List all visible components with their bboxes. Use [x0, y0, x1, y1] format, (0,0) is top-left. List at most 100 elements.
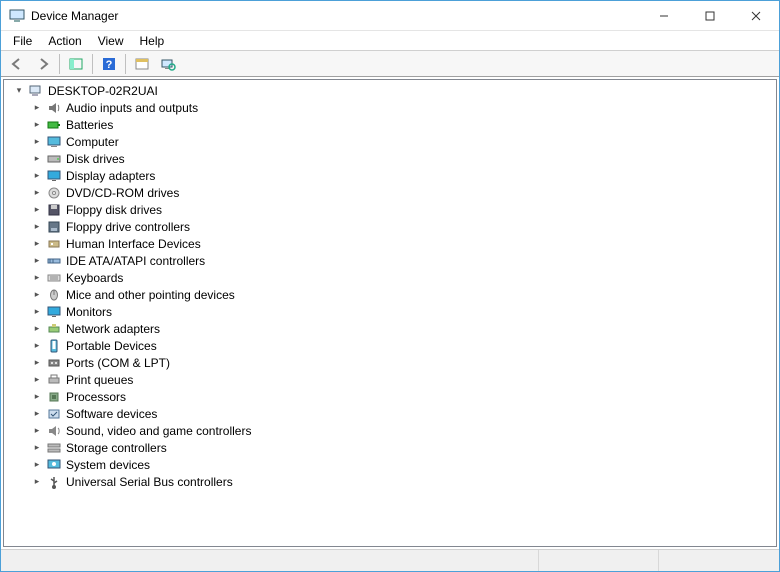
tree-node-label: Human Interface Devices [66, 237, 201, 251]
expander-icon[interactable]: ▸ [30, 271, 44, 285]
svg-text:?: ? [106, 59, 113, 71]
hid-icon [46, 236, 62, 252]
tree-category-node[interactable]: ▸Print queues [8, 371, 776, 388]
mouse-icon [46, 287, 62, 303]
tree-category-node[interactable]: ▸ Keyboards [8, 269, 776, 286]
tree-category-node[interactable]: ▸ System devices [8, 456, 776, 473]
expander-icon[interactable]: ▸ [30, 475, 44, 489]
expander-icon[interactable]: ▸ [30, 424, 44, 438]
tree-category-node[interactable]: ▸Audio inputs and outputs [8, 99, 776, 116]
expander-icon[interactable]: ▸ [30, 339, 44, 353]
close-button[interactable] [733, 1, 779, 30]
tree-category-node[interactable]: ▸Universal Serial Bus controllers [8, 473, 776, 490]
tree-node-label: Batteries [66, 118, 113, 132]
toolbar-separator [125, 54, 126, 74]
expander-icon[interactable]: ▸ [30, 390, 44, 404]
menu-action[interactable]: Action [40, 33, 89, 49]
tree-node-label: Mice and other pointing devices [66, 288, 235, 302]
tree-category-node[interactable]: ▸ Software devices [8, 405, 776, 422]
toolbar-separator [59, 54, 60, 74]
tree-category-node[interactable]: ▸ Storage controllers [8, 439, 776, 456]
toolbar-separator [92, 54, 93, 74]
expander-icon[interactable]: ▾ [12, 84, 26, 98]
tree-node-label: Display adapters [66, 169, 155, 183]
tree-category-node[interactable]: ▸ Mice and other pointing devices [8, 286, 776, 303]
tree-node-label: Monitors [66, 305, 112, 319]
tree-node-label: System devices [66, 458, 150, 472]
expander-icon[interactable]: ▸ [30, 152, 44, 166]
display-icon [46, 168, 62, 184]
computer-root-icon [28, 83, 44, 99]
tree-node-label: Software devices [66, 407, 157, 421]
tree-category-node[interactable]: ▸ DVD/CD-ROM drives [8, 184, 776, 201]
expander-icon[interactable]: ▸ [30, 169, 44, 183]
monitor-icon [46, 304, 62, 320]
show-hide-console-tree-button[interactable] [64, 53, 88, 75]
expander-icon[interactable]: ▸ [30, 373, 44, 387]
tree-category-node[interactable]: ▸ Portable Devices [8, 337, 776, 354]
expander-icon[interactable]: ▸ [30, 135, 44, 149]
expander-icon[interactable]: ▸ [30, 407, 44, 421]
sound-icon [46, 423, 62, 439]
maximize-button[interactable] [687, 1, 733, 30]
expander-icon[interactable]: ▸ [30, 101, 44, 115]
menu-view[interactable]: View [90, 33, 132, 49]
expander-icon[interactable]: ▸ [30, 254, 44, 268]
toolbar: ? [1, 51, 779, 77]
menu-help[interactable]: Help [132, 33, 173, 49]
tree-node-label: Portable Devices [66, 339, 157, 353]
network-icon [46, 321, 62, 337]
window-title: Device Manager [31, 9, 641, 23]
cpu-icon [46, 389, 62, 405]
expander-icon[interactable]: ▸ [30, 203, 44, 217]
menu-file[interactable]: File [5, 33, 40, 49]
expander-icon[interactable]: ▸ [30, 288, 44, 302]
computer-icon [46, 134, 62, 150]
tree-node-label: DVD/CD-ROM drives [66, 186, 179, 200]
back-button[interactable] [5, 53, 29, 75]
minimize-button[interactable] [641, 1, 687, 30]
tree-category-node[interactable]: ▸ Monitors [8, 303, 776, 320]
tree-node-label: Storage controllers [66, 441, 167, 455]
battery-icon [46, 117, 62, 133]
expander-icon[interactable]: ▸ [30, 186, 44, 200]
tree-category-node[interactable]: ▸Floppy disk drives [8, 201, 776, 218]
tree-node-label: Disk drives [66, 152, 125, 166]
scan-hardware-button[interactable] [156, 53, 180, 75]
ide-icon [46, 253, 62, 269]
help-button[interactable]: ? [97, 53, 121, 75]
expander-icon[interactable]: ▸ [30, 458, 44, 472]
menubar: File Action View Help [1, 31, 779, 51]
statusbar [1, 549, 779, 571]
expander-icon[interactable]: ▸ [30, 118, 44, 132]
tree-category-node[interactable]: ▸ IDE ATA/ATAPI controllers [8, 252, 776, 269]
tree-category-node[interactable]: ▸Ports (COM & LPT) [8, 354, 776, 371]
tree-category-node[interactable]: ▸Processors [8, 388, 776, 405]
tree-category-node[interactable]: ▸ Display adapters [8, 167, 776, 184]
tree-root-node[interactable]: ▾ DESKTOP-02R2UAI [8, 82, 776, 99]
tree-category-node[interactable]: ▸ Sound, video and game controllers [8, 422, 776, 439]
expander-icon[interactable]: ▸ [30, 322, 44, 336]
tree-category-node[interactable]: ▸ Disk drives [8, 150, 776, 167]
properties-button[interactable] [130, 53, 154, 75]
tree-category-node[interactable]: ▸Floppy drive controllers [8, 218, 776, 235]
tree-node-label: Keyboards [66, 271, 123, 285]
expander-icon[interactable]: ▸ [30, 441, 44, 455]
tree-node-label: Network adapters [66, 322, 160, 336]
usb-icon [46, 474, 62, 490]
tree-category-node[interactable]: ▸Computer [8, 133, 776, 150]
tree-category-node[interactable]: ▸ Network adapters [8, 320, 776, 337]
expander-icon[interactable]: ▸ [30, 356, 44, 370]
printer-icon [46, 372, 62, 388]
audio-icon [46, 100, 62, 116]
expander-icon[interactable]: ▸ [30, 237, 44, 251]
forward-button[interactable] [31, 53, 55, 75]
expander-icon[interactable]: ▸ [30, 305, 44, 319]
tree-node-label: Sound, video and game controllers [66, 424, 251, 438]
device-tree[interactable]: ▾ DESKTOP-02R2UAI▸Audio inputs and output… [3, 79, 777, 547]
tree-category-node[interactable]: ▸ Human Interface Devices [8, 235, 776, 252]
expander-icon[interactable]: ▸ [30, 220, 44, 234]
tree-node-label: IDE ATA/ATAPI controllers [66, 254, 205, 268]
tree-node-label: DESKTOP-02R2UAI [48, 84, 158, 98]
tree-category-node[interactable]: ▸ Batteries [8, 116, 776, 133]
